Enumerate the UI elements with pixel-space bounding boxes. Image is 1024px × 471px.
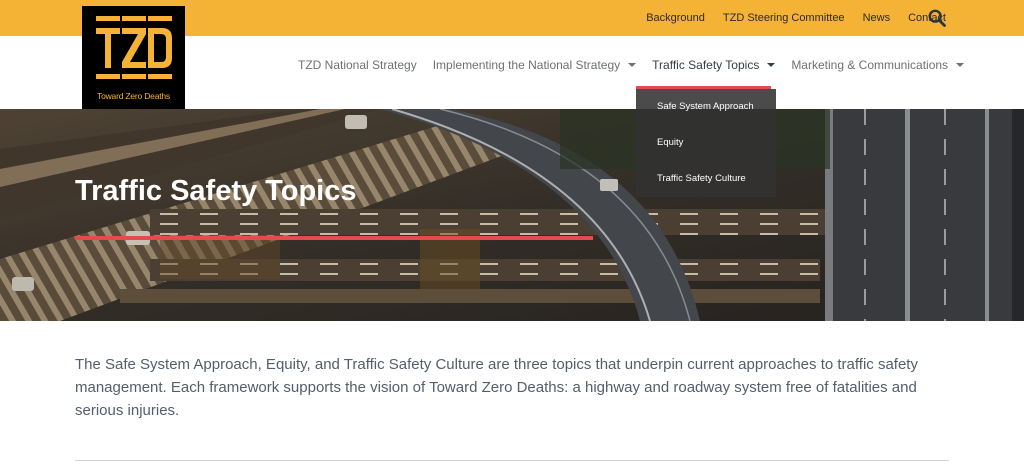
traffic-safety-topics-dropdown: Safe System Approach Equity Traffic Safe…	[636, 89, 776, 197]
nav-item-national-strategy[interactable]: TZD National Strategy	[298, 58, 417, 72]
page-title: Traffic Safety Topics	[75, 175, 357, 207]
utility-link-news[interactable]: News	[863, 12, 891, 24]
logo-tagline: Toward Zero Deaths	[97, 91, 170, 101]
nav-item-marketing[interactable]: Marketing & Communications	[791, 58, 965, 72]
section-divider	[75, 460, 949, 461]
hero-banner	[0, 109, 1024, 321]
chevron-down-icon	[767, 63, 776, 67]
chevron-down-icon	[628, 63, 637, 67]
nav-item-implementing[interactable]: Implementing the National Strategy	[432, 58, 637, 72]
chevron-down-icon	[956, 63, 965, 67]
dropdown-item-equity[interactable]: Equity	[636, 125, 776, 161]
title-underline	[75, 236, 593, 240]
utility-link-steering-committee[interactable]: TZD Steering Committee	[723, 12, 845, 24]
search-icon[interactable]	[928, 9, 946, 27]
utility-link-background[interactable]: Background	[646, 12, 705, 24]
nav-item-label: Implementing the National Strategy	[432, 58, 621, 72]
nav-item-traffic-safety-topics[interactable]: Traffic Safety Topics	[652, 58, 776, 72]
nav-item-label: TZD National Strategy	[298, 58, 417, 72]
intro-paragraph: The Safe System Approach, Equity, and Tr…	[75, 356, 918, 419]
main-nav: TZD National Strategy Implementing the N…	[298, 58, 980, 72]
hero-highway-image	[0, 109, 1024, 321]
utility-nav: Background TZD Steering Committee News C…	[646, 0, 946, 36]
nav-item-label: Marketing & Communications	[791, 58, 949, 72]
tzd-logo[interactable]: Toward Zero Deaths	[82, 6, 185, 109]
dropdown-item-traffic-safety-culture[interactable]: Traffic Safety Culture	[636, 161, 776, 197]
nav-item-label: Traffic Safety Topics	[652, 58, 760, 72]
dropdown-item-safe-system-approach[interactable]: Safe System Approach	[636, 89, 776, 125]
